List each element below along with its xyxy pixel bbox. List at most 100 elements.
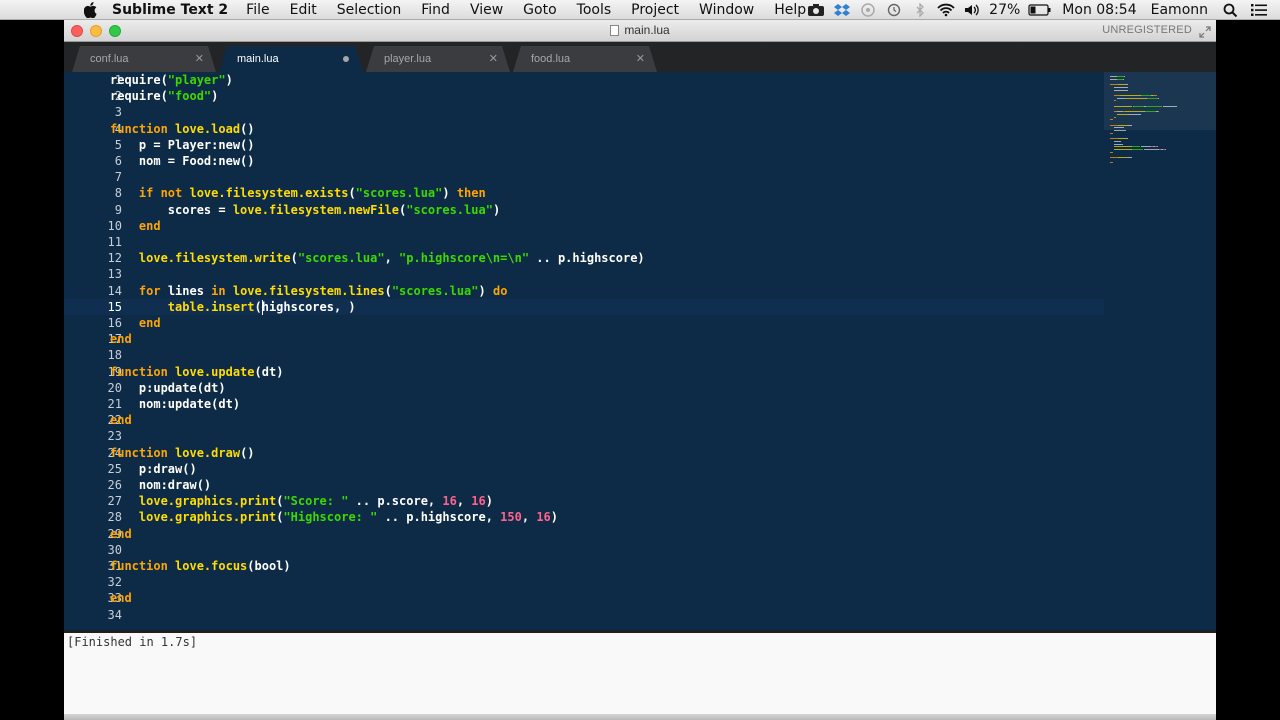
code-token: ) — [492, 202, 501, 217]
code-line[interactable]: if not love.filesystem.exists("scores.lu… — [110, 185, 486, 201]
code-line[interactable]: nom:draw() — [110, 477, 211, 493]
code-token: .. p.highscore, — [377, 510, 501, 525]
sync-icon[interactable] — [859, 3, 877, 17]
code-token: end — [110, 332, 132, 347]
bluetooth-icon[interactable] — [911, 2, 929, 18]
code-line[interactable]: function love.draw() — [110, 445, 255, 461]
close-tab-icon[interactable]: ✕ — [636, 52, 645, 65]
code-line[interactable]: end — [110, 412, 132, 428]
code-line[interactable]: end — [110, 315, 161, 331]
code-line[interactable]: end — [110, 218, 161, 234]
code-line[interactable]: love.graphics.print("Score: " .. p.score… — [110, 493, 493, 509]
minimap-line — [1131, 146, 1140, 148]
spotlight-search-icon[interactable] — [1222, 3, 1240, 18]
tab-label: main.lua — [237, 53, 279, 65]
code-token: lines — [167, 283, 212, 298]
code-line[interactable]: require("player") — [110, 72, 233, 88]
minimap-line — [1122, 78, 1124, 80]
code-line[interactable]: love.filesystem.write("scores.lua", "p.h… — [110, 250, 645, 266]
code-line[interactable]: end — [110, 526, 132, 542]
fullscreen-icon[interactable] — [1199, 25, 1211, 38]
code-line[interactable]: scores = love.filesystem.newFile("scores… — [110, 202, 500, 218]
menu-tools[interactable]: Tools — [577, 0, 612, 20]
line-number: 34 — [107, 607, 122, 622]
code-line[interactable]: end — [110, 590, 132, 606]
code-line[interactable]: love.graphics.print("Highscore: " .. p.h… — [110, 509, 558, 525]
time-machine-icon[interactable] — [885, 3, 903, 17]
menu-goto[interactable]: Goto — [523, 0, 556, 20]
code-line[interactable]: require("food") — [110, 88, 218, 104]
camera-icon[interactable] — [807, 3, 825, 17]
tab-food-lua[interactable]: food.lua ✕ — [513, 46, 657, 72]
code-line[interactable]: nom = Food:new() — [110, 153, 255, 169]
code-token: ) — [478, 283, 493, 298]
dropbox-icon[interactable] — [833, 3, 851, 17]
unregistered-label: UNREGISTERED — [1102, 24, 1192, 36]
battery-icon[interactable] — [1028, 3, 1052, 17]
menu-project[interactable]: Project — [631, 0, 679, 20]
minimap-line — [1156, 146, 1158, 148]
minimap-line — [1113, 148, 1131, 150]
code-token: function — [110, 364, 176, 379]
menubar-user[interactable]: Eamonn — [1151, 2, 1208, 18]
tab-player-lua[interactable]: player.lua ✕ — [366, 46, 510, 72]
code-line[interactable]: function love.load() — [110, 121, 255, 137]
build-output-panel[interactable]: [Finished in 1.7s] — [64, 633, 1216, 714]
minimap[interactable] — [1104, 72, 1216, 630]
menu-view[interactable]: View — [470, 0, 503, 20]
close-tab-icon[interactable]: ✕ — [195, 52, 204, 65]
unsaved-dot-icon[interactable] — [343, 56, 349, 62]
menu-find[interactable]: Find — [421, 0, 450, 20]
tab-conf-lua[interactable]: conf.lua ✕ — [72, 46, 216, 72]
code-token: function — [110, 445, 176, 460]
code-line[interactable]: function love.update(dt) — [110, 364, 283, 380]
code-line[interactable]: p:update(dt) — [110, 380, 226, 396]
minimap-line — [1113, 116, 1117, 118]
code-token: love.filesystem.newFile — [232, 202, 399, 217]
line-number: 18 — [107, 348, 122, 363]
minimap-line — [1113, 146, 1131, 148]
code-line[interactable]: for lines in love.filesystem.lines("scor… — [110, 283, 508, 299]
window-title: main.lua — [64, 23, 1216, 37]
code-editor[interactable]: 1 2 3 4 5 6 7 8 9 10 11 12 13 14 15 16 17 18 19 20 21 22 23 24 2… — [64, 72, 1216, 630]
wifi-icon[interactable] — [937, 3, 955, 17]
menu-app-name[interactable]: Sublime Text 2 — [112, 0, 228, 20]
battery-percentage[interactable]: 27% — [989, 2, 1020, 18]
code-token: love.draw — [175, 445, 241, 460]
minimap-viewport[interactable] — [1104, 72, 1216, 130]
minimap-line — [1113, 127, 1125, 129]
minimap-line — [1117, 97, 1126, 99]
code-token: ) — [442, 186, 457, 201]
code-line[interactable]: function love.focus(bool) — [110, 558, 291, 574]
volume-icon[interactable] — [963, 3, 981, 17]
menu-selection[interactable]: Selection — [337, 0, 402, 20]
code-line[interactable]: end — [110, 331, 132, 347]
minimap-line — [1131, 148, 1144, 150]
code-line[interactable]: p = Player:new() — [110, 137, 255, 153]
document-icon — [610, 25, 620, 36]
apple-menu-icon[interactable] — [82, 0, 98, 20]
code-token: love.focus — [175, 559, 248, 573]
code-token: "Highscore: " — [283, 510, 378, 525]
code-line[interactable]: table.insert(highscores, ) — [110, 299, 356, 315]
menu-file[interactable]: File — [246, 0, 269, 20]
code-token: function — [110, 121, 176, 136]
notification-center-icon[interactable] — [1250, 3, 1268, 17]
menu-edit[interactable]: Edit — [290, 0, 317, 20]
menu-window[interactable]: Window — [699, 0, 754, 20]
code-line[interactable]: p:draw() — [110, 461, 197, 477]
minimap-line — [1113, 140, 1121, 142]
code-token: .. p.score, — [348, 494, 443, 509]
close-tab-icon[interactable]: ✕ — [489, 52, 498, 65]
menubar-clock[interactable]: Mon 08:54 — [1062, 2, 1136, 18]
minimap-line — [1157, 97, 1159, 99]
window-title-text: main.lua — [624, 23, 670, 37]
code-token: , — [521, 510, 537, 525]
minimap-line — [1110, 132, 1113, 134]
code-line[interactable]: nom:update(dt) — [110, 396, 240, 412]
tab-main-lua[interactable]: main.lua — [219, 46, 363, 72]
